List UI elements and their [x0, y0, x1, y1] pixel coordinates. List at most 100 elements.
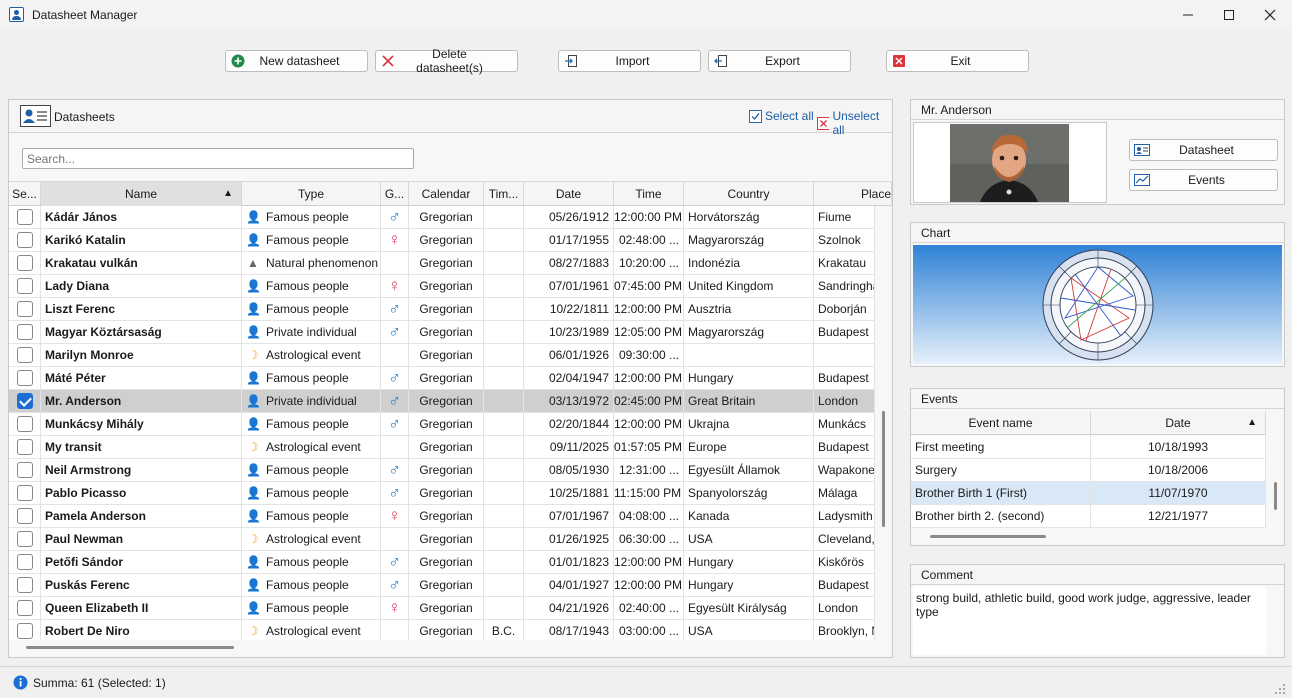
person-icon: 👤 — [246, 210, 261, 224]
events-button[interactable]: Events — [1129, 169, 1278, 191]
row-checkbox[interactable] — [17, 301, 33, 317]
delete-datasheet-button[interactable]: Delete datasheet(s) — [375, 47, 518, 75]
resize-grip[interactable] — [1274, 683, 1286, 695]
row-checkbox[interactable] — [17, 324, 33, 340]
comment-scrollbar[interactable] — [1267, 587, 1284, 655]
table-row[interactable]: Karikó Katalin 👤 Famous people ♀ Gregorian 01… — [9, 229, 875, 252]
comment-textarea[interactable]: strong build, athletic build, good work … — [913, 587, 1266, 655]
col-place[interactable]: Place — [814, 182, 892, 206]
events-col-name[interactable]: Event name — [911, 411, 1091, 435]
grid-vertical-scrollbar[interactable] — [876, 206, 891, 640]
row-checkbox[interactable] — [17, 600, 33, 616]
minimize-button[interactable] — [1168, 0, 1208, 30]
maximize-button[interactable] — [1209, 0, 1249, 30]
event-date-cell: 10/18/2006 — [1091, 459, 1266, 481]
row-checkbox[interactable] — [17, 577, 33, 593]
type-label: Famous people — [266, 371, 349, 385]
table-row[interactable]: Queen Elizabeth II 👤 Famous people ♀ Gregori… — [9, 597, 875, 620]
events-col-date[interactable]: Date ▲ — [1091, 411, 1266, 435]
table-row[interactable]: Munkácsy Mihály 👤 Famous people ♂ Gregorian 0… — [9, 413, 875, 436]
row-checkbox[interactable] — [17, 439, 33, 455]
col-time-era[interactable]: Tim... — [484, 182, 524, 206]
type-cell: 👤 Famous people — [242, 298, 381, 320]
select-cell — [9, 275, 41, 297]
row-checkbox[interactable] — [17, 416, 33, 432]
table-row[interactable]: Neil Armstrong 👤 Famous people ♂ Gregorian 08… — [9, 459, 875, 482]
select-cell — [9, 528, 41, 550]
row-checkbox[interactable] — [17, 531, 33, 547]
row-checkbox[interactable] — [17, 485, 33, 501]
table-row[interactable]: Máté Péter 👤 Famous people ♂ Gregorian 02/04/… — [9, 367, 875, 390]
import-button[interactable]: Import — [558, 50, 701, 72]
horizontal-scroll-thumb[interactable] — [26, 646, 234, 649]
row-checkbox[interactable] — [17, 508, 33, 524]
col-name[interactable]: Name ▲ — [41, 182, 242, 206]
row-checkbox[interactable] — [17, 278, 33, 294]
events-vertical-scroll-thumb[interactable] — [1274, 482, 1277, 510]
place-cell: Doborján — [814, 298, 875, 320]
unselect-all-link[interactable]: Unselect all — [817, 109, 892, 137]
row-checkbox[interactable] — [17, 393, 33, 409]
col-type[interactable]: Type — [242, 182, 381, 206]
col-country[interactable]: Country — [684, 182, 814, 206]
table-row[interactable]: Petőfi Sándor 👤 Famous people ♂ Gregorian 01/… — [9, 551, 875, 574]
events-horizontal-scroll-thumb[interactable] — [930, 535, 1046, 538]
table-row[interactable]: Pamela Anderson 👤 Famous people ♀ Gregorian 0… — [9, 505, 875, 528]
vertical-scroll-thumb[interactable] — [882, 411, 885, 527]
events-vertical-scrollbar[interactable] — [1267, 436, 1284, 528]
row-checkbox[interactable] — [17, 623, 33, 639]
search-input[interactable] — [22, 148, 414, 169]
row-checkbox[interactable] — [17, 554, 33, 570]
row-checkbox[interactable] — [17, 209, 33, 225]
event-row[interactable]: First meeting 10/18/1993 — [911, 436, 1266, 459]
event-row[interactable]: Surgery 10/18/2006 — [911, 459, 1266, 482]
table-row[interactable]: Lady Diana 👤 Famous people ♀ Gregorian 07/01/… — [9, 275, 875, 298]
exit-button[interactable]: Exit — [886, 50, 1029, 72]
calendar-cell: Gregorian — [409, 505, 484, 527]
events-horizontal-scrollbar[interactable] — [911, 529, 1266, 544]
gender-cell: ♀ — [381, 505, 409, 527]
row-checkbox[interactable] — [17, 462, 33, 478]
table-row[interactable]: Puskás Ferenc 👤 Famous people ♂ Gregorian 04/… — [9, 574, 875, 597]
grid-horizontal-scrollbar[interactable] — [9, 640, 875, 655]
info-icon — [13, 675, 28, 690]
date-cell: 10/23/1989 — [524, 321, 614, 343]
event-row[interactable]: Brother Birth 1 (First) 11/07/1970 — [911, 482, 1266, 505]
status-bar: Summa: 61 (Selected: 1) — [0, 666, 1292, 698]
row-checkbox[interactable] — [17, 232, 33, 248]
col-date[interactable]: Date — [524, 182, 614, 206]
table-row[interactable]: Pablo Picasso 👤 Famous people ♂ Gregorian 10/… — [9, 482, 875, 505]
close-button[interactable] — [1250, 0, 1290, 30]
col-select[interactable]: Se... — [9, 182, 41, 206]
male-icon: ♂ — [388, 575, 401, 594]
gender-cell — [381, 620, 409, 640]
export-button[interactable]: Export — [708, 50, 851, 72]
table-row[interactable]: Marilyn Monroe ☽ Astrological event Gregori… — [9, 344, 875, 367]
astro-chart-area[interactable] — [913, 245, 1282, 364]
event-row[interactable]: Brother birth 2. (second) 12/21/1977 — [911, 505, 1266, 528]
row-checkbox[interactable] — [17, 347, 33, 363]
row-checkbox[interactable] — [17, 255, 33, 271]
minimize-icon — [1183, 14, 1193, 16]
select-cell — [9, 459, 41, 481]
table-row[interactable]: Kádár János 👤 Famous people ♂ Gregorian 05/26… — [9, 206, 875, 229]
row-checkbox[interactable] — [17, 370, 33, 386]
col-time[interactable]: Time — [614, 182, 684, 206]
table-row[interactable]: Mr. Anderson 👤 Private individual ♂ Gregoria… — [9, 390, 875, 413]
table-row[interactable]: Robert De Niro ☽ Astrological event Gregori… — [9, 620, 875, 640]
table-row[interactable]: Krakatau vulkán ▲ Natural phenomenon Gregor… — [9, 252, 875, 275]
select-all-link[interactable]: Select all — [749, 109, 814, 123]
table-row[interactable]: Liszt Ferenc 👤 Famous people ♂ Gregorian 10/2… — [9, 298, 875, 321]
col-calendar[interactable]: Calendar — [409, 182, 484, 206]
calendar-cell: Gregorian — [409, 298, 484, 320]
col-gender[interactable]: G... — [381, 182, 409, 206]
calendar-cell: Gregorian — [409, 229, 484, 251]
datasheet-button[interactable]: Datasheet — [1129, 139, 1278, 161]
type-label: Famous people — [266, 509, 349, 523]
new-datasheet-button[interactable]: New datasheet — [225, 50, 368, 72]
place-cell: Budapest — [814, 367, 875, 389]
table-row[interactable]: Paul Newman ☽ Astrological event Gregorian 0… — [9, 528, 875, 551]
table-row[interactable]: Magyar Köztársaság 👤 Private individual ♂ Gr… — [9, 321, 875, 344]
event-name-cell: Surgery — [911, 459, 1091, 481]
table-row[interactable]: My transit ☽ Astrological event Gregorian 09… — [9, 436, 875, 459]
